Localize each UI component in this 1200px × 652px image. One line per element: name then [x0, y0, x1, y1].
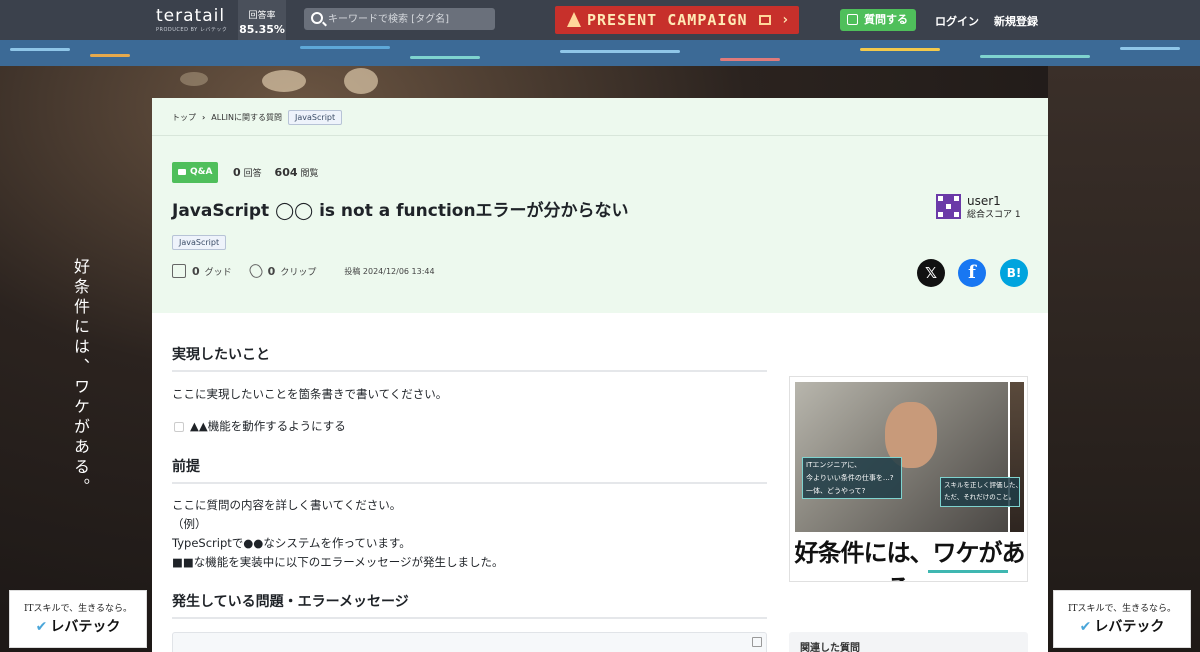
posted-label: 投稿	[344, 266, 361, 276]
premise-text: ここに質問の内容を詳しく書いてください。 （例） TypeScriptで●●なシ…	[172, 498, 504, 569]
ad-photo-right	[1010, 382, 1024, 532]
teratail-logo[interactable]: teratail	[156, 6, 225, 26]
breadcrumb-separator-icon: ›	[202, 113, 206, 122]
clip-label: クリップ	[280, 267, 317, 278]
levtech-logo: レバテック	[1054, 616, 1190, 636]
question-header: トップ › ALLINに関する質問 JavaScript Q&A 0 回答 604…	[152, 98, 1048, 313]
author-score: 総合スコア 1	[967, 207, 1021, 220]
hatena-bookmark-icon: B!	[1006, 266, 1022, 280]
bokeh-light	[180, 72, 208, 86]
checklist-checkbox[interactable]	[174, 422, 184, 432]
facebook-icon: f	[968, 262, 976, 283]
ad-underline	[928, 570, 1008, 573]
answer-rate-value: 85.35%	[239, 23, 285, 36]
answers-label: 回答	[243, 169, 262, 179]
clip-button[interactable]: 0 クリップ	[246, 261, 317, 281]
search-input[interactable]	[328, 8, 492, 30]
share-facebook-button[interactable]: f	[958, 259, 986, 287]
divider	[172, 370, 767, 372]
present-campaign-banner[interactable]: PRESENT CAMPAIGN ›	[555, 6, 799, 34]
question-page: トップ › ALLINに関する質問 JavaScript Q&A 0 回答 604…	[152, 98, 1048, 652]
christmas-tree-icon	[567, 12, 581, 27]
good-count: 0	[192, 264, 200, 278]
author-score-value: 1	[1014, 210, 1021, 220]
bokeh-light	[262, 70, 306, 92]
levtech-logo: レバテック	[10, 616, 146, 636]
related-questions-title: 関連した質問	[800, 643, 860, 652]
chevron-right-icon: ›	[781, 12, 791, 28]
paperclip-icon	[246, 261, 265, 281]
goal-text: ここに実現したいことを箇条書きで書いてください。	[172, 387, 448, 401]
search-box[interactable]	[304, 8, 495, 30]
share-hatena-button[interactable]: B!	[1000, 259, 1028, 287]
side-ad-vertical-text: 好条件には、ワケがある。	[71, 258, 90, 498]
breadcrumb-category[interactable]: ALLINに関する質問	[211, 112, 282, 123]
divider	[152, 135, 1048, 136]
decorative-pattern-strip	[0, 40, 1200, 66]
levtech-ad-badge-right[interactable]: ITスキルで、生きるなら。 レバテック	[1053, 590, 1191, 648]
logo-subtitle: PRODUCED BY レバテック	[156, 27, 228, 33]
question-stats: 0 回答 604 閲覧	[233, 166, 319, 179]
x-logo-icon: 𝕏	[924, 264, 938, 282]
signup-link[interactable]: 新規登録	[994, 13, 1038, 29]
good-button[interactable]: 0 グッド	[172, 264, 232, 278]
copy-icon[interactable]	[752, 637, 762, 647]
ask-button-label: 質問する	[864, 13, 908, 26]
breadcrumb-tag[interactable]: JavaScript	[288, 110, 343, 125]
background-photo-right	[1048, 66, 1200, 652]
question-title: JavaScript ◯◯ is not a functionエラーが分からない	[172, 201, 629, 221]
divider	[172, 617, 767, 619]
good-label: グッド	[204, 267, 232, 278]
avatar[interactable]	[936, 194, 961, 219]
top-header: teratail PRODUCED BY レバテック 回答率 85.35% PR…	[0, 0, 1200, 66]
breadcrumb: トップ › ALLINに関する質問 JavaScript	[172, 110, 343, 125]
ad-caption-right: スキルを正しく評価した、 ただ、それだけのこと。	[940, 477, 1022, 507]
login-link[interactable]: ログイン	[935, 13, 979, 29]
section-heading-problem: 発生している問題・エラーメッセージ	[172, 594, 409, 610]
search-icon	[311, 12, 323, 24]
edit-icon	[847, 14, 858, 25]
section-heading-goal: 実現したいこと	[172, 347, 270, 363]
answer-rate-label: 回答率	[248, 11, 276, 21]
section-heading-premise: 前提	[172, 459, 200, 475]
breadcrumb-top[interactable]: トップ	[172, 112, 196, 123]
clip-count: 0	[267, 264, 276, 278]
levtech-tagline: ITスキルで、生きるなら。	[1067, 604, 1177, 614]
error-code-block	[172, 632, 767, 652]
checklist-item: ▲▲機能を動作するようにする	[190, 419, 346, 433]
levtech-tagline: ITスキルで、生きるなら。	[23, 604, 133, 614]
thumbs-up-icon	[172, 264, 186, 278]
answers-count: 0	[233, 166, 241, 179]
share-x-button[interactable]: 𝕏	[917, 259, 945, 287]
author-score-label: 総合スコア	[967, 210, 1013, 220]
posted-date: 2024/12/06 13:44	[362, 266, 435, 276]
campaign-label: PRESENT CAMPAIGN	[587, 11, 748, 29]
ad-headline: 好条件には、ワケがある。	[794, 538, 1026, 581]
gift-icon	[759, 15, 771, 25]
ask-question-button[interactable]: 質問する	[840, 9, 916, 31]
qa-type-badge: Q&A	[172, 162, 218, 183]
related-questions-panel: 関連した質問	[789, 632, 1028, 652]
levtech-banner-ad[interactable]: ITエンジニアに、 今よりいい条件の仕事を…? 一体、どうやって? スキルを正し…	[789, 376, 1028, 582]
author-name[interactable]: user1	[967, 194, 1001, 208]
views-label: 閲覧	[300, 169, 319, 179]
question-actions: 0 グッド 0 クリップ 投稿 2024/12/06 13:44	[172, 261, 435, 281]
ad-caption-left: ITエンジニアに、 今よりいい条件の仕事を…? 一体、どうやって?	[802, 457, 902, 499]
question-tag[interactable]: JavaScript	[172, 235, 227, 250]
divider	[172, 482, 767, 484]
levtech-ad-badge-left[interactable]: ITスキルで、生きるなら。 レバテック	[9, 590, 147, 648]
bokeh-light	[344, 68, 378, 94]
posted-info: 投稿 2024/12/06 13:44	[344, 266, 434, 277]
views-count: 604	[274, 166, 298, 179]
